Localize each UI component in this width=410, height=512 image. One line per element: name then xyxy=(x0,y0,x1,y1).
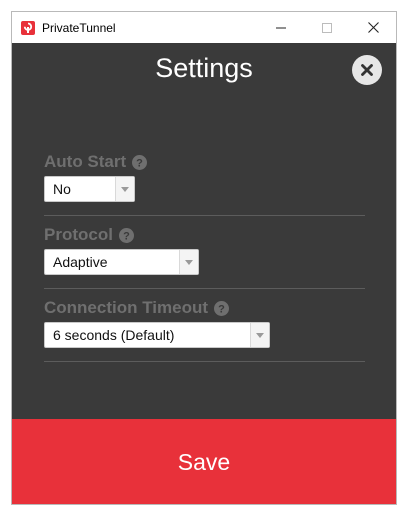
svg-text:?: ? xyxy=(218,303,225,315)
close-settings-button[interactable] xyxy=(352,55,382,85)
chevron-down-icon xyxy=(250,323,269,347)
connection-timeout-value: 6 seconds (Default) xyxy=(53,327,175,343)
page-title: Settings xyxy=(155,53,253,83)
connection-timeout-label: Connection Timeout xyxy=(44,298,209,317)
close-icon xyxy=(361,64,373,76)
protocol-value: Adaptive xyxy=(53,254,108,270)
protocol-select[interactable]: Adaptive xyxy=(44,249,199,275)
setting-label: Protocol ? xyxy=(44,225,365,245)
divider xyxy=(44,288,365,289)
svg-text:?: ? xyxy=(123,230,130,242)
window-title: PrivateTunnel xyxy=(42,20,116,35)
question-circle-icon[interactable]: ? xyxy=(132,154,148,170)
maximize-button[interactable] xyxy=(304,12,350,43)
save-button[interactable]: Save xyxy=(12,419,396,504)
setting-protocol: Protocol ? Adaptive xyxy=(44,225,365,289)
minimize-button[interactable] xyxy=(258,12,304,43)
maximize-icon xyxy=(322,22,332,33)
title-bar[interactable]: PrivateTunnel xyxy=(12,12,396,43)
svg-text:?: ? xyxy=(136,157,143,169)
setting-label: Connection Timeout ? xyxy=(44,298,365,318)
close-window-icon xyxy=(367,22,379,33)
auto-start-value: No xyxy=(53,181,71,197)
question-circle-icon[interactable]: ? xyxy=(214,300,230,316)
close-window-button[interactable] xyxy=(350,12,396,43)
chevron-down-icon xyxy=(179,250,198,274)
divider xyxy=(44,361,365,362)
auto-start-select[interactable]: No xyxy=(44,176,135,202)
protocol-label: Protocol xyxy=(44,225,113,244)
minimize-icon xyxy=(276,27,286,28)
auto-start-label: Auto Start xyxy=(44,152,127,171)
question-circle-icon[interactable]: ? xyxy=(118,227,134,243)
app-window: PrivateTunnel Settings Auto Start ? No P… xyxy=(11,11,397,505)
window-controls xyxy=(258,12,396,43)
settings-panel: Settings Auto Start ? No Protocol ? Adap… xyxy=(12,43,396,419)
connection-timeout-select[interactable]: 6 seconds (Default) xyxy=(44,322,270,348)
setting-connection-timeout: Connection Timeout ? 6 seconds (Default) xyxy=(44,298,365,362)
privatetunnel-logo-icon xyxy=(21,20,35,35)
divider xyxy=(44,215,365,216)
chevron-down-icon xyxy=(115,177,134,201)
setting-label: Auto Start ? xyxy=(44,152,365,172)
setting-auto-start: Auto Start ? No xyxy=(44,152,365,216)
